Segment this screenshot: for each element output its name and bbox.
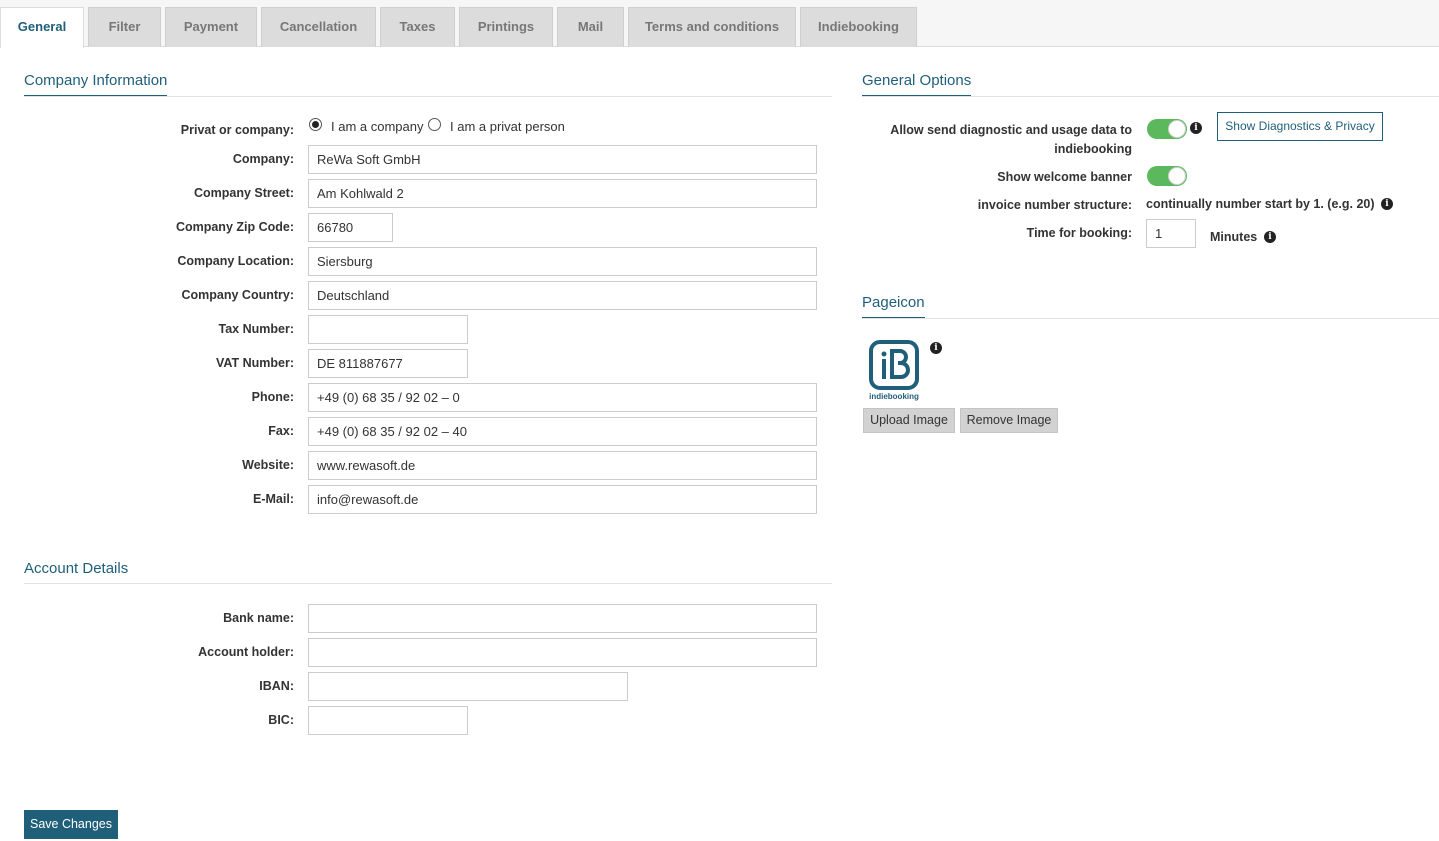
tab-mail[interactable]: Mail	[557, 7, 624, 47]
holder-input[interactable]	[308, 638, 817, 667]
vat-input[interactable]: DE 811887677	[308, 349, 468, 378]
company-input[interactable]: ReWa Soft GmbH	[308, 145, 817, 174]
radio-company[interactable]	[309, 118, 322, 131]
email-label: E-Mail:	[253, 492, 294, 506]
divider	[862, 318, 1439, 319]
tax-input[interactable]	[308, 315, 468, 344]
divider	[24, 583, 832, 584]
fax-label: Fax:	[268, 424, 294, 438]
website-label: Website:	[242, 458, 294, 472]
location-input[interactable]: Siersburg	[308, 247, 817, 276]
account-section-title: Account Details	[24, 560, 129, 584]
bank-label: Bank name:	[223, 611, 294, 625]
privat-label: Privat or company:	[180, 123, 294, 137]
tab-printings[interactable]: Printings	[459, 7, 553, 47]
upload-image-button[interactable]: Upload Image	[863, 408, 955, 433]
remove-image-button[interactable]: Remove Image	[960, 408, 1058, 433]
diag-label-line2: indiebooking	[1054, 142, 1132, 156]
phone-input[interactable]: +49 (0) 68 35 / 92 02 – 0	[308, 383, 817, 412]
tax-label: Tax Number:	[218, 322, 294, 336]
company-label: Company:	[232, 152, 294, 166]
tab-cancellation[interactable]: Cancellation	[261, 7, 376, 47]
info-icon[interactable]: i	[930, 342, 942, 354]
radio-private-label: I am a privat person	[450, 119, 565, 134]
options-section-title: General Options	[862, 72, 972, 96]
booking-label: Time for booking:	[1026, 226, 1132, 240]
zip-input[interactable]: 66780	[308, 213, 393, 242]
minutes-label: Minutes	[1210, 230, 1258, 244]
save-button[interactable]: Save Changes	[24, 810, 118, 839]
email-input[interactable]: info@rewasoft.de	[308, 485, 817, 514]
divider	[24, 96, 832, 97]
show-diagnostics-button[interactable]: Show Diagnostics & Privacy	[1217, 112, 1383, 141]
company-section-title: Company Information	[24, 72, 168, 96]
holder-label: Account holder:	[198, 645, 294, 659]
vat-label: VAT Number:	[215, 356, 294, 370]
tab-indiebooking[interactable]: Indiebooking	[800, 7, 917, 47]
location-label: Company Location:	[177, 254, 294, 268]
fax-input[interactable]: +49 (0) 68 35 / 92 02 – 40	[308, 417, 817, 446]
booking-time-input[interactable]: 1	[1146, 219, 1196, 248]
divider	[862, 96, 1439, 97]
zip-label: Company Zip Code:	[175, 220, 294, 234]
bank-input[interactable]	[308, 604, 817, 633]
tab-general[interactable]: General	[0, 7, 84, 48]
diag-label-line1: Allow send diagnostic and usage data to	[890, 123, 1132, 137]
tab-terms[interactable]: Terms and conditions	[628, 7, 796, 47]
invoice-value: continually number start by 1. (e.g. 20)	[1146, 197, 1375, 211]
info-icon[interactable]: i	[1381, 198, 1393, 210]
diag-toggle[interactable]	[1147, 119, 1187, 139]
street-label: Company Street:	[193, 186, 294, 200]
iban-input[interactable]	[308, 672, 628, 701]
tab-filter[interactable]: Filter	[88, 7, 161, 47]
tab-bar: General Filter Payment Cancellation Taxe…	[0, 0, 1439, 48]
website-input[interactable]: www.rewasoft.de	[308, 451, 817, 480]
street-input[interactable]: Am Kohlwald 2	[308, 179, 817, 208]
tab-payment[interactable]: Payment	[165, 7, 257, 47]
indiebooking-logo: indiebooking	[865, 338, 923, 402]
invoice-label: invoice number structure:	[977, 198, 1132, 212]
tab-taxes[interactable]: Taxes	[380, 7, 455, 47]
info-icon[interactable]: i	[1190, 122, 1202, 134]
logo-text: indiebooking	[869, 392, 919, 401]
iban-label: IBAN:	[259, 679, 294, 693]
phone-label: Phone:	[251, 390, 294, 404]
bic-input[interactable]	[308, 706, 468, 735]
pageicon-section-title: Pageicon	[862, 294, 925, 318]
bic-label: BIC:	[268, 713, 294, 727]
country-input[interactable]: Deutschland	[308, 281, 817, 310]
welcome-toggle[interactable]	[1147, 166, 1187, 186]
info-icon[interactable]: i	[1264, 231, 1276, 243]
radio-private[interactable]	[428, 118, 441, 131]
radio-company-label: I am a company	[331, 119, 424, 134]
welcome-label: Show welcome banner	[997, 170, 1132, 184]
country-label: Company Country:	[181, 288, 295, 302]
